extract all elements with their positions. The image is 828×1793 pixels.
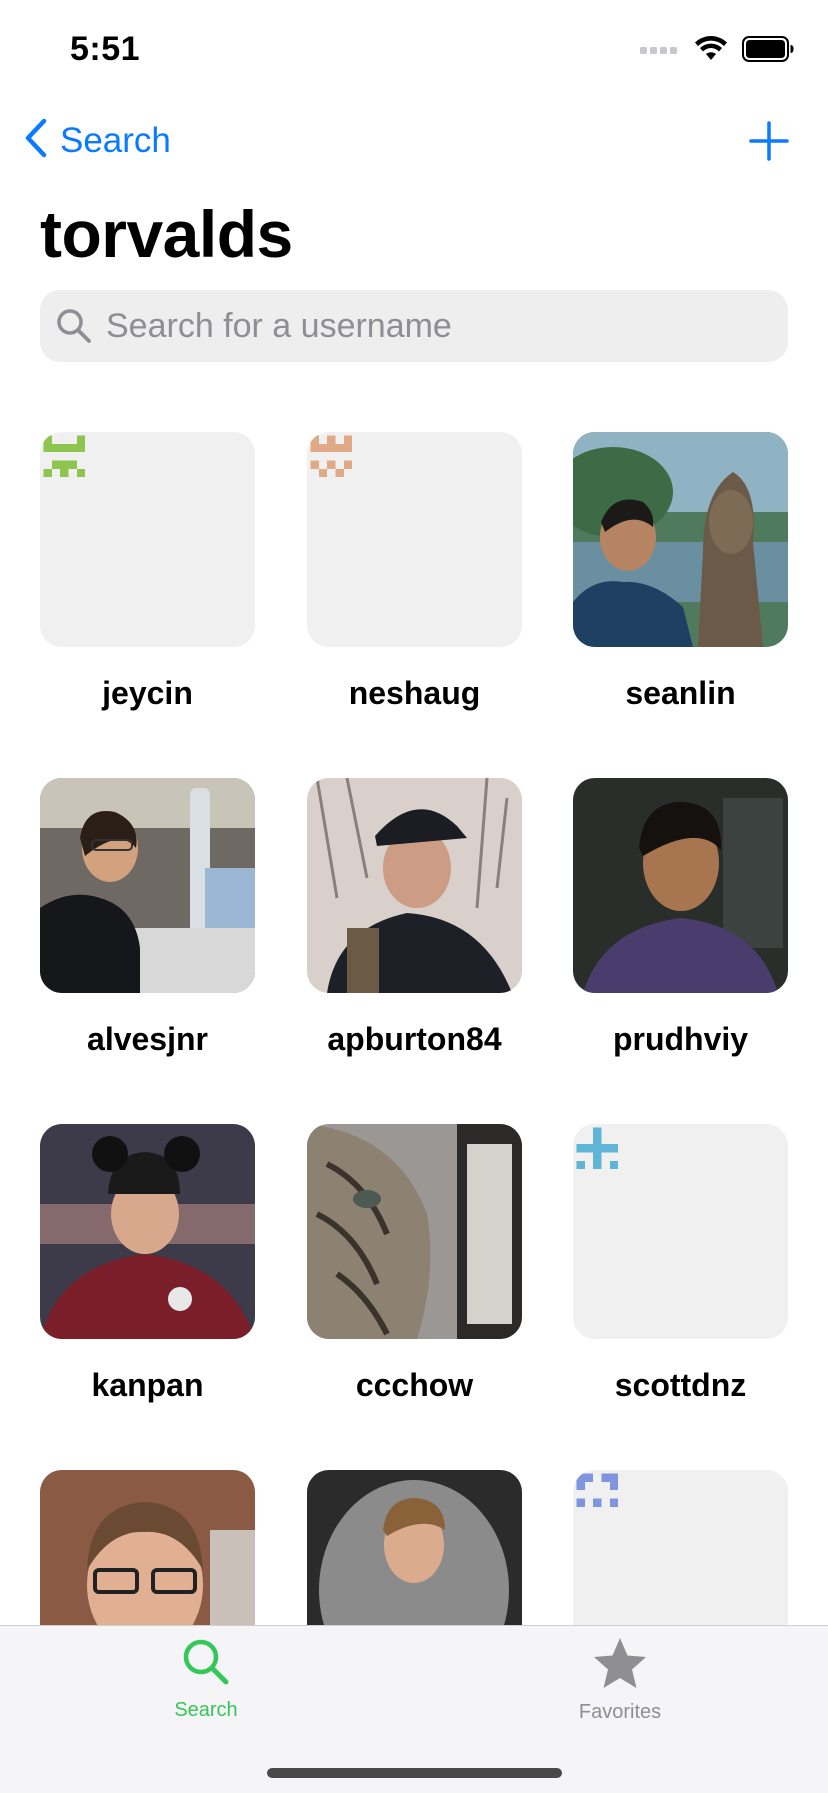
tab-search[interactable]: Search (126, 1636, 286, 1722)
user-cell[interactable]: seanlin (573, 432, 788, 712)
user-cell[interactable]: scottdnz (573, 1124, 788, 1404)
username-label: ccchow (355, 1367, 474, 1403)
user-photo-avatar (40, 1124, 255, 1339)
star-icon (592, 1636, 648, 1695)
username-label: jeycin (102, 675, 193, 711)
user-cell[interactable]: jeycin (40, 432, 255, 712)
user-cell[interactable]: alvesjnr (40, 778, 255, 1058)
username-label: neshaug (348, 675, 481, 711)
user-photo-avatar (307, 778, 522, 993)
tab-bar: Search Favorites (0, 1625, 828, 1793)
home-indicator[interactable] (267, 1768, 562, 1778)
identicon-avatar (573, 1470, 788, 1625)
user-cell[interactable]: apburton84 (307, 778, 522, 1058)
user-cell[interactable]: prudhviy (573, 778, 788, 1058)
search-icon (180, 1636, 232, 1693)
tab-search-label: Search (174, 1699, 238, 1721)
username-label: scottdnz (614, 1367, 747, 1403)
identicon-avatar (40, 432, 255, 647)
user-cell[interactable] (40, 1470, 255, 1625)
identicon-avatar (307, 432, 522, 647)
username-label: prudhviy (612, 1021, 749, 1057)
user-photo-avatar (307, 1470, 522, 1625)
username-label: kanpan (91, 1367, 204, 1403)
user-photo-avatar (40, 1470, 255, 1625)
user-cell[interactable] (307, 1470, 522, 1625)
user-cell[interactable] (573, 1470, 788, 1625)
user-photo-avatar (307, 1124, 522, 1339)
user-cell[interactable]: neshaug (307, 432, 522, 712)
user-cell[interactable]: kanpan (40, 1124, 255, 1404)
user-photo-avatar (573, 778, 788, 993)
identicon-avatar (573, 1124, 788, 1339)
user-photo-avatar (40, 778, 255, 993)
username-label: apburton84 (327, 1021, 502, 1057)
tab-favorites[interactable]: Favorites (540, 1636, 700, 1724)
username-label: seanlin (625, 675, 736, 711)
user-photo-avatar (573, 432, 788, 647)
user-cell[interactable]: ccchow (307, 1124, 522, 1404)
user-grid: jeycin neshaug seanlin alvesjnr apburton… (0, 0, 828, 1625)
username-label: alvesjnr (87, 1021, 208, 1057)
tab-favorites-label: Favorites (578, 1701, 662, 1723)
